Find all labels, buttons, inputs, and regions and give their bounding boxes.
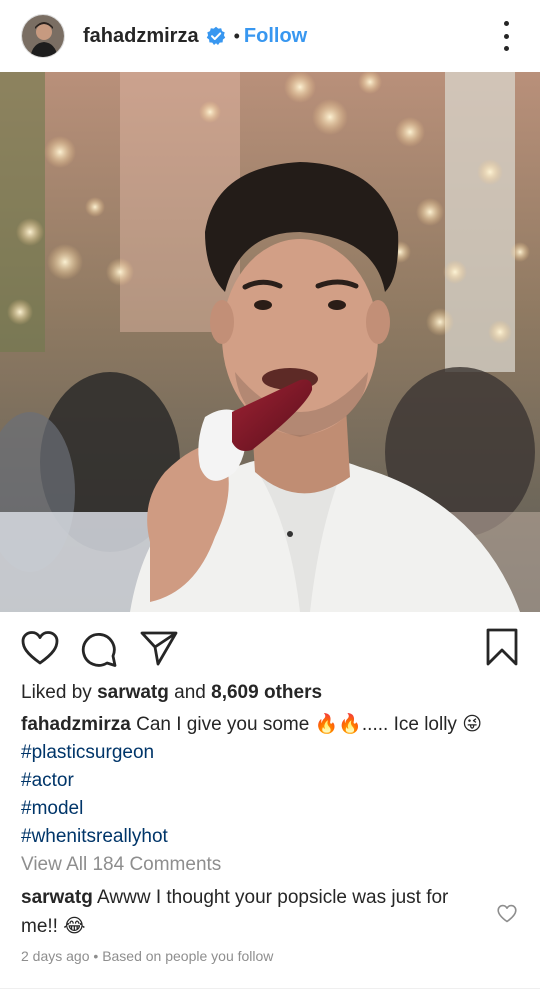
avatar[interactable]: [21, 14, 65, 58]
comment-item: sarwatg Awww I thought your popsicle was…: [21, 884, 486, 941]
post-time: 2 days ago: [21, 948, 90, 964]
heart-icon[interactable]: [21, 630, 59, 671]
bookmark-icon[interactable]: [485, 628, 519, 671]
divider: [0, 988, 540, 989]
caption-text-after: ..... Ice lolly: [361, 714, 457, 735]
caption-text-before: Can I give you some: [136, 714, 310, 735]
share-icon[interactable]: [140, 630, 178, 671]
hashtag-link[interactable]: #plasticsurgeon: [21, 739, 526, 767]
winking-tongue-emoji: 😜: [462, 713, 483, 735]
meta-separator: •: [93, 948, 99, 964]
likes-user[interactable]: sarwatg: [97, 682, 169, 703]
likes-line[interactable]: Liked by sarwatg and 8,609 others: [21, 682, 322, 704]
likes-others[interactable]: 8,609 others: [211, 682, 322, 703]
likes-prefix: Liked by: [21, 682, 92, 703]
hashtag-link[interactable]: #model: [21, 795, 526, 823]
view-all-comments-link[interactable]: View All 184 Comments: [21, 854, 221, 876]
tears-of-joy-emoji: 😂: [63, 915, 86, 937]
header-separator: •: [233, 25, 240, 46]
caption: fahadzmirza Can I give you some 🔥🔥..... …: [21, 710, 526, 851]
post-header: fahadzmirza • Follow: [0, 0, 540, 72]
fire-emoji: 🔥🔥: [314, 713, 362, 735]
comment-icon[interactable]: [80, 630, 118, 673]
post-meta: 2 days ago • Based on people you follow: [21, 948, 273, 964]
hashtag-link[interactable]: #whenitsreallyhot: [21, 823, 526, 851]
verified-badge-icon: [206, 26, 226, 46]
caption-username[interactable]: fahadzmirza: [21, 714, 131, 735]
hashtag-link[interactable]: #actor: [21, 767, 526, 795]
action-bar: [0, 612, 540, 684]
suggestion-reason: Based on people you follow: [102, 948, 274, 964]
post-photo[interactable]: [0, 72, 540, 612]
username[interactable]: fahadzmirza: [83, 25, 199, 48]
comment-heart-icon[interactable]: [497, 904, 517, 928]
likes-connector: and: [174, 682, 206, 703]
more-options-icon[interactable]: [502, 21, 510, 51]
comment-username[interactable]: sarwatg: [21, 887, 93, 908]
follow-button[interactable]: Follow: [244, 25, 307, 48]
